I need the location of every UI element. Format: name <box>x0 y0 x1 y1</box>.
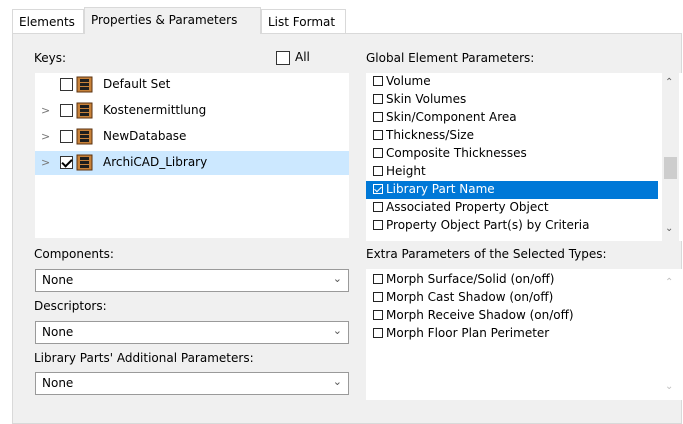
library-params-select[interactable]: None ⌄ <box>35 372 349 395</box>
chevron-down-icon: ⌄ <box>332 324 342 337</box>
list-item-label: Composite Thicknesses <box>386 146 527 160</box>
keys-tree[interactable]: Default Set > Kostenermittlung > NewData… <box>35 73 349 238</box>
database-icon <box>76 76 93 93</box>
tree-item-label: Default Set <box>103 77 171 91</box>
tree-item-newdatabase[interactable]: > NewDatabase <box>35 125 349 149</box>
components-label: Components: <box>34 247 114 261</box>
tree-item-kostenermittlung[interactable]: > Kostenermittlung <box>35 99 349 123</box>
list-item-checkbox[interactable] <box>373 310 383 320</box>
keys-label: Keys: <box>34 51 67 65</box>
descriptors-value: None <box>42 325 74 339</box>
list-item-label: Height <box>386 164 426 178</box>
components-select[interactable]: None ⌄ <box>35 269 349 292</box>
list-item-skin-volumes[interactable]: Skin Volumes <box>366 91 658 109</box>
global-params-scrollbar[interactable]: ⌃ ⌄ <box>662 73 679 241</box>
library-params-label: Library Parts' Additional Parameters: <box>34 351 254 365</box>
list-item-property-object-parts[interactable]: Property Object Part(s) by Criteria <box>366 217 658 235</box>
list-item-morph-cast-shadow[interactable]: Morph Cast Shadow (on/off) <box>366 289 658 307</box>
list-item-label: Library Part Name <box>386 182 495 196</box>
list-item-morph-surface-solid[interactable]: Morph Surface/Solid (on/off) <box>366 271 658 289</box>
descriptors-select[interactable]: None ⌄ <box>35 321 349 344</box>
scroll-up-icon[interactable]: ⌃ <box>665 277 673 288</box>
chevron-right-icon[interactable]: > <box>41 104 50 117</box>
list-item-skin-component-area[interactable]: Skin/Component Area <box>366 109 658 127</box>
list-item-composite-thicknesses[interactable]: Composite Thicknesses <box>366 145 658 163</box>
list-item-checkbox[interactable] <box>373 202 383 212</box>
list-item-checkbox[interactable] <box>373 184 383 194</box>
list-item-checkbox[interactable] <box>373 292 383 302</box>
database-icon <box>76 128 93 145</box>
list-item-checkbox[interactable] <box>373 166 383 176</box>
list-item-label: Thickness/Size <box>386 128 474 142</box>
list-item-checkbox[interactable] <box>373 220 383 230</box>
list-item-associated-property-object[interactable]: Associated Property Object <box>366 199 658 217</box>
database-icon <box>76 102 93 119</box>
list-item-checkbox[interactable] <box>373 94 383 104</box>
tab-label: List Format <box>268 15 336 29</box>
list-item-label: Skin/Component Area <box>386 110 517 124</box>
tab-label: Elements <box>19 15 75 29</box>
list-item-checkbox[interactable] <box>373 112 383 122</box>
scroll-down-icon[interactable]: ⌄ <box>665 381 673 392</box>
list-item-label: Volume <box>386 74 431 88</box>
list-item-label: Morph Floor Plan Perimeter <box>386 326 550 340</box>
list-item-thickness-size[interactable]: Thickness/Size <box>366 127 658 145</box>
scrollbar-thumb[interactable] <box>664 157 677 179</box>
list-item-checkbox[interactable] <box>373 130 383 140</box>
database-icon <box>76 154 93 171</box>
global-params-list[interactable]: Volume Skin Volumes Skin/Component Area … <box>366 73 682 241</box>
list-item-morph-receive-shadow[interactable]: Morph Receive Shadow (on/off) <box>366 307 658 325</box>
tree-item-label: Kostenermittlung <box>103 103 207 117</box>
list-item-checkbox[interactable] <box>373 148 383 158</box>
chevron-down-icon: ⌄ <box>332 375 342 388</box>
all-checkbox-box[interactable] <box>276 50 290 65</box>
list-item-label: Morph Surface/Solid (on/off) <box>386 272 555 286</box>
extra-params-label: Extra Parameters of the Selected Types: <box>366 247 607 261</box>
tree-item-archicad-library[interactable]: > ArchiCAD_Library <box>35 151 349 175</box>
list-item-morph-floor-plan-perimeter[interactable]: Morph Floor Plan Perimeter <box>366 325 658 343</box>
tab-elements[interactable]: Elements <box>12 9 84 33</box>
chevron-right-icon[interactable]: > <box>41 156 50 169</box>
list-item-checkbox[interactable] <box>373 76 383 86</box>
list-item-library-part-name[interactable]: Library Part Name <box>366 181 658 199</box>
tab-label: Properties & Parameters <box>91 13 238 27</box>
global-params-label: Global Element Parameters: <box>366 51 535 65</box>
list-item-height[interactable]: Height <box>366 163 658 181</box>
components-value: None <box>42 273 74 287</box>
list-item-label: Morph Cast Shadow (on/off) <box>386 290 554 304</box>
extra-params-list[interactable]: Morph Surface/Solid (on/off) Morph Cast … <box>366 269 682 400</box>
chevron-right-icon[interactable]: > <box>41 130 50 143</box>
descriptors-label: Descriptors: <box>34 299 107 313</box>
library-params-value: None <box>42 376 74 390</box>
list-item-label: Associated Property Object <box>386 200 549 214</box>
tab-properties-parameters[interactable]: Properties & Parameters <box>84 7 261 34</box>
list-item-label: Skin Volumes <box>386 92 467 106</box>
scroll-down-icon[interactable]: ⌄ <box>665 223 673 234</box>
tree-item-label: NewDatabase <box>103 129 187 143</box>
keys-all-checkbox[interactable]: All <box>276 50 310 65</box>
tree-item-default-set[interactable]: Default Set <box>35 73 349 97</box>
all-checkbox-label: All <box>295 50 310 64</box>
tree-item-checkbox[interactable] <box>60 130 73 143</box>
extra-params-scrollbar[interactable]: ⌃ ⌄ <box>662 269 679 400</box>
list-item-checkbox[interactable] <box>373 328 383 338</box>
chevron-down-icon: ⌄ <box>332 272 342 285</box>
list-item-volume[interactable]: Volume <box>366 73 658 91</box>
tree-item-checkbox[interactable] <box>60 104 73 117</box>
scroll-up-icon[interactable]: ⌃ <box>665 77 673 88</box>
tree-item-checkbox[interactable] <box>60 78 73 91</box>
tree-item-label: ArchiCAD_Library <box>103 155 208 169</box>
list-item-label: Property Object Part(s) by Criteria <box>386 218 590 232</box>
tree-item-checkbox[interactable] <box>60 156 73 169</box>
list-item-label: Morph Receive Shadow (on/off) <box>386 308 574 322</box>
list-item-checkbox[interactable] <box>373 274 383 284</box>
tab-list-format[interactable]: List Format <box>261 9 346 33</box>
